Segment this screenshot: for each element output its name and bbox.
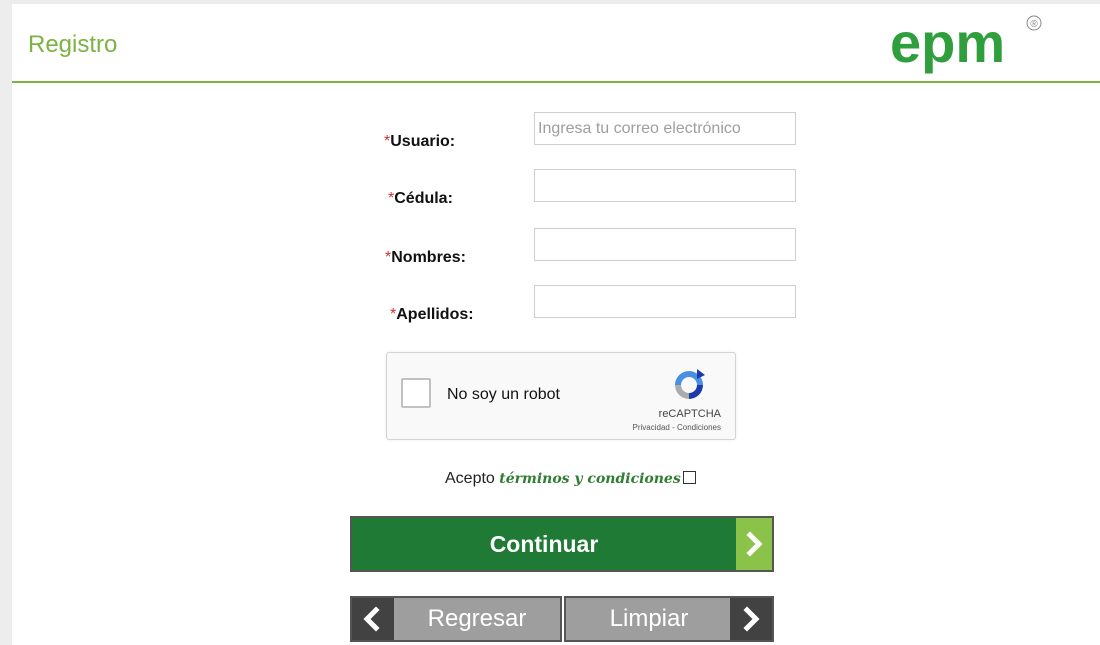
logo-text: epm [890,11,1005,74]
page-header: Registro epm ® [12,4,1100,83]
back-button-label: Regresar [427,605,527,632]
continue-button[interactable]: Continuar [350,516,774,572]
apellidos-label-text: Apellidos: [396,306,474,323]
cedula-input[interactable] [534,169,796,202]
terms-link[interactable]: términos y condiciones [499,471,680,487]
recaptcha-brand: reCAPTCHA [658,408,721,420]
terms-row: Acepto términos y condiciones [445,470,696,488]
terms-prefix: Acepto [445,470,495,487]
usuario-input[interactable] [534,112,796,145]
recaptcha-widget: No soy un robot reCAPTCHA Privacidad - C… [386,352,736,440]
chevron-left-icon [352,598,394,640]
continue-button-label: Continuar [489,531,599,557]
registered-mark: ® [1030,19,1038,30]
nombres-label: *Nombres: [385,249,466,267]
apellidos-input[interactable] [534,285,796,318]
cedula-label: *Cédula: [388,190,453,208]
epm-logo: epm ® [890,11,1042,74]
cedula-label-text: Cédula: [394,190,453,207]
nombres-label-text: Nombres: [391,249,466,266]
apellidos-label: *Apellidos: [390,306,474,324]
chevron-right-icon [730,598,772,640]
clear-button[interactable]: Limpiar [564,596,774,642]
usuario-label: *Usuario: [384,133,455,151]
back-button[interactable]: Regresar [350,596,562,642]
registration-page: Registro epm ® *Usuario: *Cédula: *Nombr… [12,4,1100,645]
recaptcha-label: No soy un robot [447,386,560,403]
clear-button-label: Limpiar [609,605,689,632]
recaptcha-icon [675,369,705,399]
page-title: Registro [28,31,118,58]
chevron-right-icon [736,518,772,570]
recaptcha-links[interactable]: Privacidad - Condiciones [633,423,722,432]
usuario-label-text: Usuario: [390,133,456,150]
terms-checkbox[interactable] [682,471,696,484]
nombres-input[interactable] [534,228,796,261]
recaptcha-checkbox[interactable] [401,378,431,408]
